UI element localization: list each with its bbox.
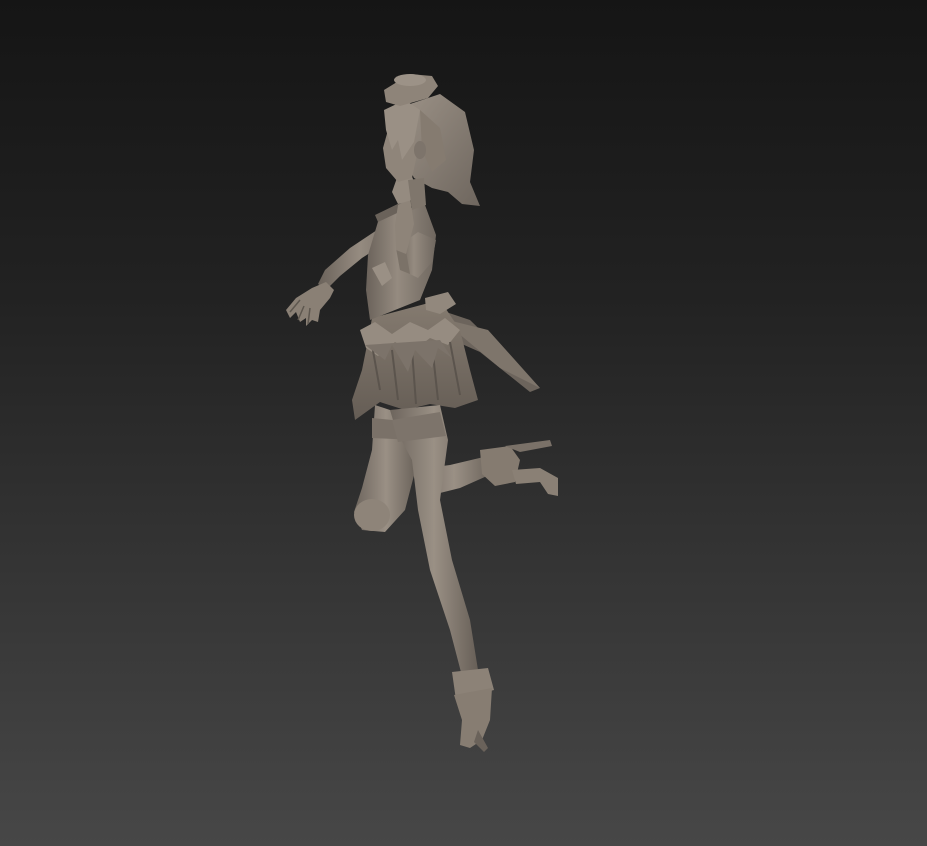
3d-viewport[interactable] [0, 0, 927, 846]
bent-leg [354, 405, 558, 532]
sculpt-model[interactable] [0, 0, 927, 846]
